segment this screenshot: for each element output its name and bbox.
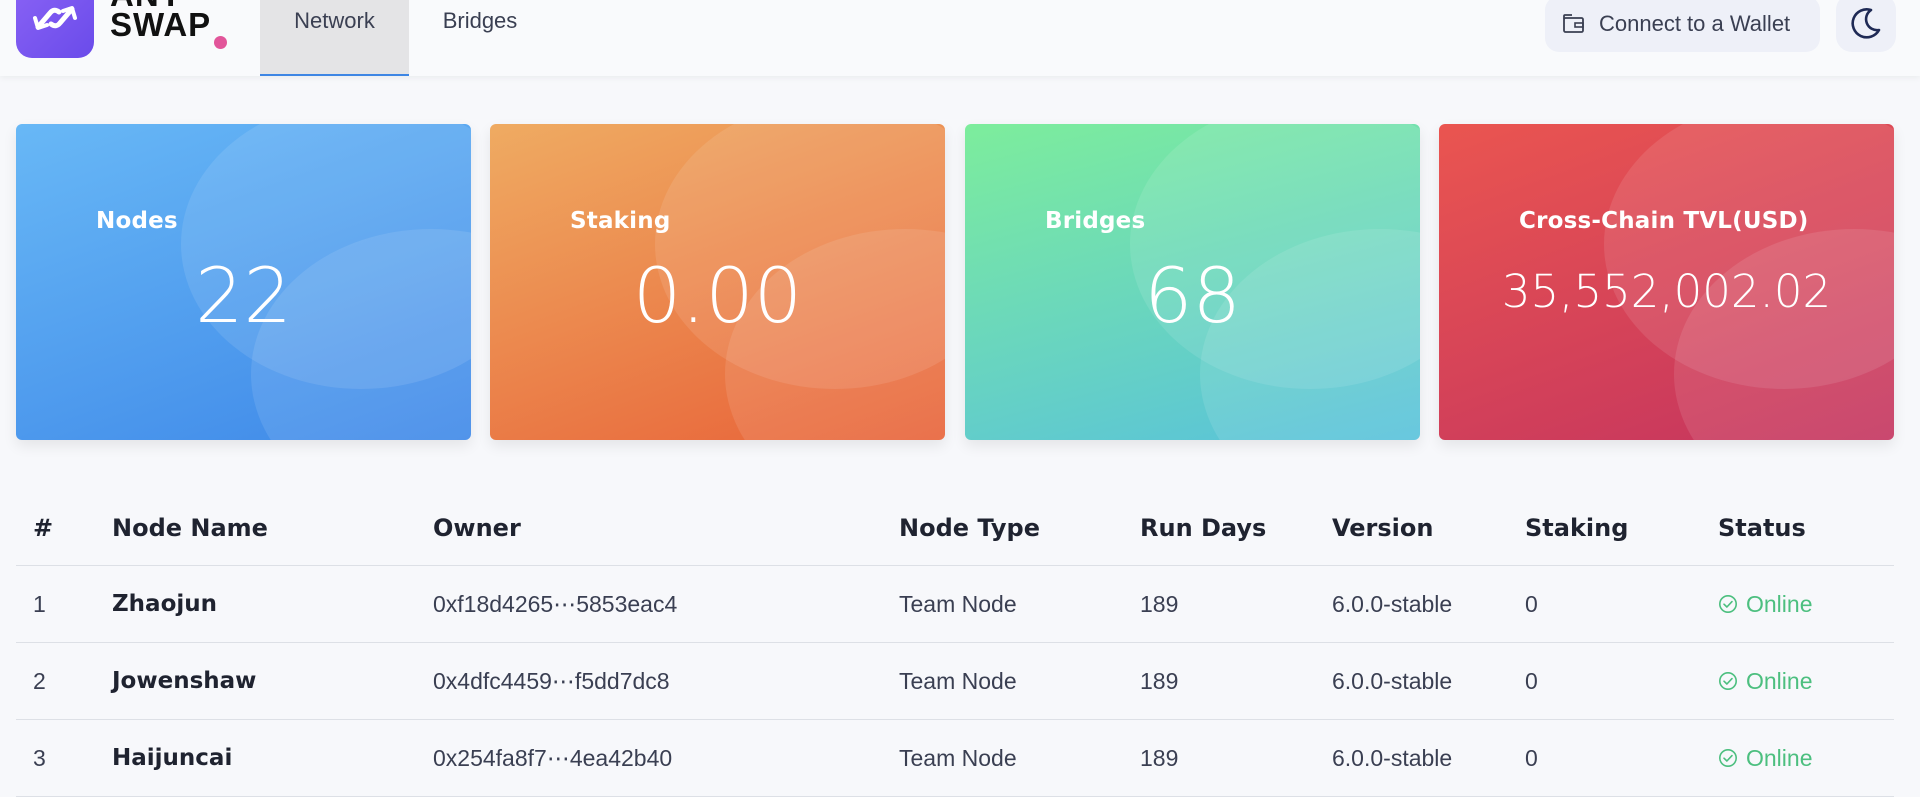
version: 6.0.0-stable — [1332, 667, 1453, 694]
stat-card-tvl: Cross-Chain TVL(USD) 35,552,002.02 — [1439, 124, 1894, 440]
column-header-status[interactable]: Status — [1718, 490, 1806, 565]
stat-label: Staking — [570, 208, 671, 234]
theme-toggle-button[interactable] — [1836, 0, 1896, 52]
node-type: Team Node — [899, 590, 1017, 617]
owner-address[interactable]: 0x4dfc4459⋯f5dd7dc8 — [433, 643, 670, 719]
anyswap-logo-icon[interactable] — [16, 0, 94, 58]
stat-label: Bridges — [1045, 208, 1146, 234]
table-row[interactable]: 2 Jowenshaw 0x4dfc4459⋯f5dd7dc8 Team Nod… — [16, 643, 1894, 720]
column-header-index[interactable]: # — [33, 490, 53, 565]
tab-bridges[interactable]: Bridges — [420, 0, 540, 76]
version: 6.0.0-stable — [1332, 744, 1453, 771]
top-header: ANY SWAP Network Bridges Connect to a Wa… — [0, 0, 1920, 76]
owner-address[interactable]: 0xf18d4265⋯5853eac4 — [433, 566, 677, 642]
wallet-icon — [1563, 14, 1584, 33]
table-row[interactable]: 3 Haijuncai 0x254fa8f7⋯4ea42b40 Team Nod… — [16, 720, 1894, 797]
tab-network[interactable]: Network — [260, 0, 409, 76]
status-badge: Online — [1718, 566, 1812, 642]
stat-value: 35,552,002.02 — [1501, 265, 1832, 318]
column-header-owner[interactable]: Owner — [433, 490, 521, 565]
row-index: 2 — [33, 667, 46, 694]
column-header-version[interactable]: Version — [1332, 490, 1433, 565]
stat-card-bridges: Bridges 68 — [965, 124, 1420, 440]
row-index: 1 — [33, 590, 46, 617]
swap-arrows-icon — [33, 6, 77, 30]
run-days: 189 — [1140, 744, 1179, 771]
node-type: Team Node — [899, 744, 1017, 771]
tab-bridges-label: Bridges — [442, 8, 518, 33]
nodes-table: # Node Name Owner Node Type Run Days Ver… — [16, 490, 1894, 797]
tab-network-label: Network — [294, 8, 375, 33]
column-header-staking[interactable]: Staking — [1525, 490, 1628, 565]
moon-icon — [1851, 8, 1881, 39]
staking-amount: 0 — [1525, 667, 1538, 694]
logo-wordmark[interactable]: ANY SWAP — [110, 0, 212, 43]
stat-value: 0.00 — [632, 251, 803, 340]
stat-card-nodes: Nodes 22 — [16, 124, 471, 440]
stat-value: 22 — [195, 251, 292, 340]
check-circle-icon — [1719, 749, 1737, 767]
status-label: Online — [1746, 744, 1813, 771]
run-days: 189 — [1140, 667, 1179, 694]
stat-value: 68 — [1144, 251, 1241, 340]
connect-wallet-button[interactable]: Connect to a Wallet — [1545, 0, 1820, 52]
status-label: Online — [1746, 667, 1813, 694]
check-circle-icon — [1719, 595, 1737, 613]
logo-dot — [214, 36, 227, 49]
connect-wallet-label: Connect to a Wallet — [1599, 11, 1791, 36]
column-header-run-days[interactable]: Run Days — [1140, 490, 1266, 565]
stat-label: Cross-Chain TVL(USD) — [1519, 208, 1809, 234]
run-days: 189 — [1140, 590, 1179, 617]
node-type: Team Node — [899, 667, 1017, 694]
node-name: Zhaojun — [112, 591, 218, 617]
column-header-node-name[interactable]: Node Name — [112, 490, 268, 565]
logo-line-2: SWAP — [110, 6, 212, 43]
column-header-node-type[interactable]: Node Type — [899, 490, 1040, 565]
staking-amount: 0 — [1525, 590, 1538, 617]
row-index: 3 — [33, 744, 46, 771]
owner-address[interactable]: 0x254fa8f7⋯4ea42b40 — [433, 720, 672, 796]
check-circle-icon — [1719, 672, 1737, 690]
node-name: Haijuncai — [112, 745, 233, 771]
status-badge: Online — [1718, 643, 1812, 719]
staking-amount: 0 — [1525, 744, 1538, 771]
stat-label: Nodes — [96, 208, 178, 234]
stat-card-staking: Staking 0.00 — [490, 124, 945, 440]
node-name: Jowenshaw — [112, 668, 257, 694]
version: 6.0.0-stable — [1332, 590, 1453, 617]
table-header-row: # Node Name Owner Node Type Run Days Ver… — [16, 490, 1894, 566]
status-badge: Online — [1718, 720, 1812, 796]
table-row[interactable]: 1 Zhaojun 0xf18d4265⋯5853eac4 Team Node … — [16, 566, 1894, 643]
status-label: Online — [1746, 590, 1813, 617]
